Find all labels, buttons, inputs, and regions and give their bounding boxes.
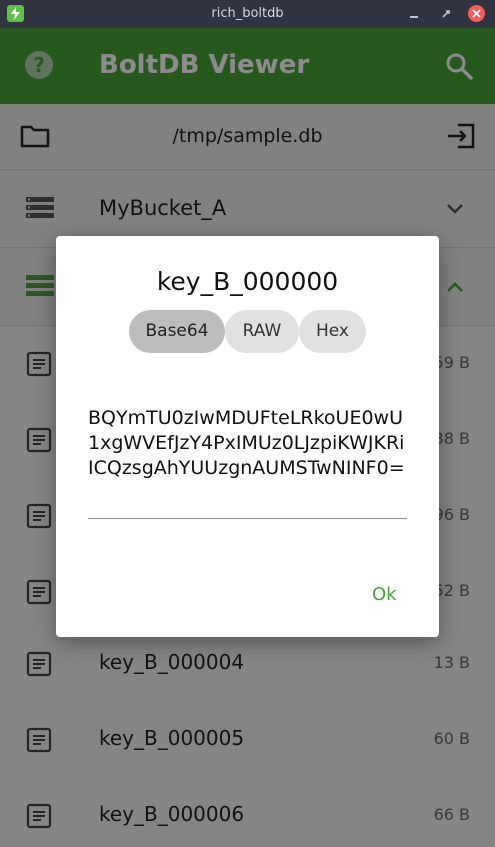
tab-raw[interactable]: RAW [225,310,299,353]
close-icon[interactable] [468,5,485,22]
value-text[interactable]: BQYmTU0zIwMDUFteLRkoUE0wU1xgWVEfJzY4PxIM… [88,406,407,481]
tab-base64[interactable]: Base64 [129,310,225,353]
minimize-icon[interactable] [406,6,422,22]
window-titlebar: rich_boltdb [0,0,495,28]
ok-button[interactable]: Ok [372,584,397,605]
tab-hex[interactable]: Hex [299,310,366,353]
dialog-title: key_B_000000 [156,267,339,296]
value-underline [88,518,407,519]
restore-icon[interactable] [438,6,454,22]
value-dialog: key_B_000000 Base64 RAW Hex BQYmTU0zIwMD… [56,236,439,637]
